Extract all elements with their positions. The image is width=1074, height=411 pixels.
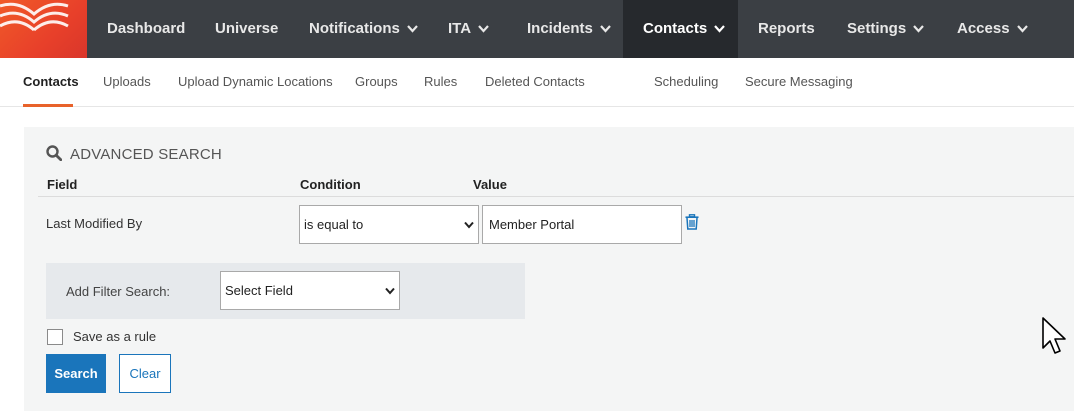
chevron-down-icon	[1016, 25, 1028, 33]
tab-scheduling[interactable]: Scheduling	[654, 74, 718, 89]
search-icon	[46, 145, 62, 161]
chevron-down-icon	[913, 25, 925, 33]
condition-select[interactable]: is equal to	[299, 205, 479, 244]
active-tab-indicator	[23, 104, 73, 107]
save-as-rule-checkbox[interactable]	[47, 329, 63, 345]
sub-nav-bar: Contacts Uploads Upload Dynamic Location…	[0, 58, 1074, 107]
advanced-search-title: ADVANCED SEARCH	[46, 145, 222, 163]
filter-field-label: Last Modified By	[46, 216, 143, 231]
chevron-down-icon	[600, 25, 611, 33]
chevron-down-icon	[464, 221, 474, 229]
column-header-field: Field	[47, 177, 78, 192]
trash-icon[interactable]	[685, 214, 699, 230]
search-button[interactable]: Search	[46, 354, 106, 393]
add-filter-select-value: Select Field	[225, 283, 293, 298]
brand-logo-icon[interactable]	[0, 0, 87, 58]
tab-contacts[interactable]: Contacts	[23, 74, 79, 89]
save-as-rule-label: Save as a rule	[73, 329, 157, 344]
tab-deleted-contacts[interactable]: Deleted Contacts	[485, 74, 585, 89]
chevron-down-icon	[407, 25, 418, 33]
nav-universe[interactable]: Universe	[215, 0, 278, 58]
mouse-pointer-icon	[1042, 317, 1066, 354]
condition-select-value: is equal to	[304, 217, 364, 232]
chevron-down-icon	[385, 287, 395, 295]
filter-value-input[interactable]: Member Portal	[482, 205, 682, 244]
nav-settings[interactable]: Settings	[847, 0, 925, 58]
tab-upload-dynamic-locations[interactable]: Upload Dynamic Locations	[178, 74, 333, 89]
add-filter-label: Add Filter Search:	[66, 284, 171, 299]
chevron-down-icon	[714, 25, 726, 33]
chevron-down-icon	[478, 25, 489, 33]
nav-notifications[interactable]: Notifications	[309, 0, 418, 58]
nav-dashboard[interactable]: Dashboard	[107, 0, 185, 58]
tab-secure-messaging[interactable]: Secure Messaging	[745, 74, 853, 89]
clear-button[interactable]: Clear	[119, 354, 171, 393]
nav-access[interactable]: Access	[957, 0, 1028, 58]
nav-reports[interactable]: Reports	[758, 0, 815, 58]
column-header-value: Value	[473, 177, 507, 192]
nav-ita[interactable]: ITA	[448, 0, 489, 58]
tab-rules[interactable]: Rules	[424, 74, 457, 89]
tab-groups[interactable]: Groups	[355, 74, 398, 89]
column-header-condition: Condition	[300, 177, 361, 192]
nav-incidents[interactable]: Incidents	[527, 0, 611, 58]
tab-uploads[interactable]: Uploads	[103, 74, 151, 89]
add-filter-field-select[interactable]: Select Field	[220, 271, 400, 310]
nav-contacts[interactable]: Contacts	[623, 0, 738, 58]
top-nav-bar: Dashboard Universe Notifications ITA Inc…	[0, 0, 1074, 58]
header-divider	[38, 196, 1074, 197]
